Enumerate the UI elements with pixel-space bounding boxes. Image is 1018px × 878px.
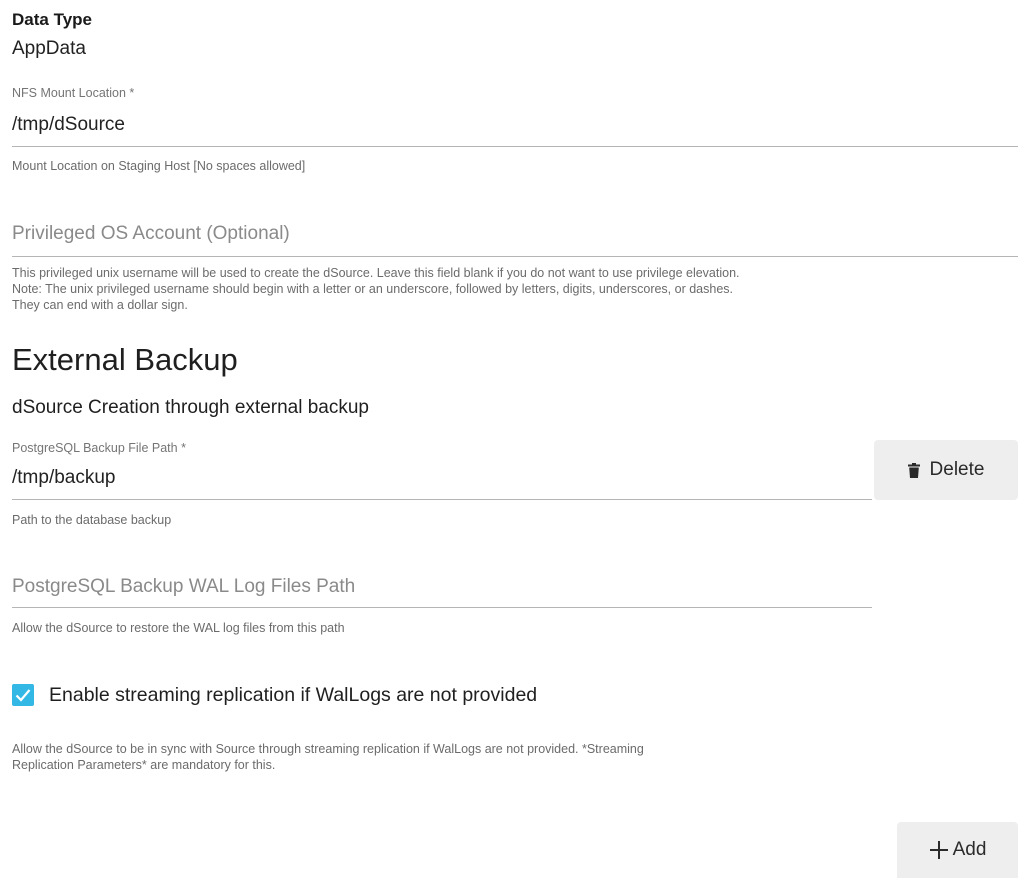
streaming-replication-label[interactable]: Enable streaming replication if WalLogs … — [49, 684, 537, 707]
privileged-helper-line: They can end with a dollar sign. — [12, 298, 188, 312]
privileged-helper-line: This privileged unix username will be us… — [12, 266, 740, 280]
add-button-label: Add — [952, 839, 987, 860]
privileged-account-underline — [12, 256, 1018, 257]
streaming-helper-line: Replication Parameters* are mandatory fo… — [12, 758, 276, 772]
section-heading-external-backup: External Backup — [12, 342, 238, 377]
nfs-mount-label: NFS Mount Location * — [12, 86, 135, 100]
wal-path-helper: Allow the dSource to restore the WAL log… — [12, 621, 345, 635]
data-type-label: Data Type — [12, 10, 92, 29]
data-type-value: AppData — [12, 38, 86, 59]
streaming-helper-line: Allow the dSource to be in sync with Sou… — [12, 742, 644, 756]
streaming-replication-checkbox[interactable] — [12, 684, 34, 706]
backup-path-input[interactable]: /tmp/backup — [12, 467, 116, 489]
external-backup-subheading: dSource Creation through external backup — [12, 397, 370, 418]
add-button[interactable]: Add — [897, 822, 1018, 878]
streaming-replication-helper: Allow the dSource to be in sync with Sou… — [12, 741, 644, 773]
privileged-account-helper: This privileged unix username will be us… — [12, 265, 740, 313]
privileged-helper-line: Note: The unix privileged username shoul… — [12, 282, 733, 296]
trash-icon — [907, 462, 920, 478]
plus-icon — [929, 840, 949, 860]
backup-path-underline — [12, 499, 872, 500]
check-icon — [15, 688, 31, 702]
nfs-mount-helper: Mount Location on Staging Host [No space… — [12, 159, 306, 173]
delete-button-label: Delete — [929, 459, 985, 480]
privileged-account-input[interactable]: Privileged OS Account (Optional) — [12, 223, 290, 245]
wal-path-underline — [12, 607, 872, 608]
delete-button[interactable]: Delete — [874, 440, 1018, 500]
nfs-mount-input[interactable]: /tmp/dSource — [12, 114, 125, 136]
wal-path-input[interactable]: PostgreSQL Backup WAL Log Files Path — [12, 576, 355, 598]
backup-path-label: PostgreSQL Backup File Path * — [12, 441, 186, 455]
nfs-mount-underline — [12, 146, 1018, 147]
backup-path-helper: Path to the database backup — [12, 513, 172, 527]
